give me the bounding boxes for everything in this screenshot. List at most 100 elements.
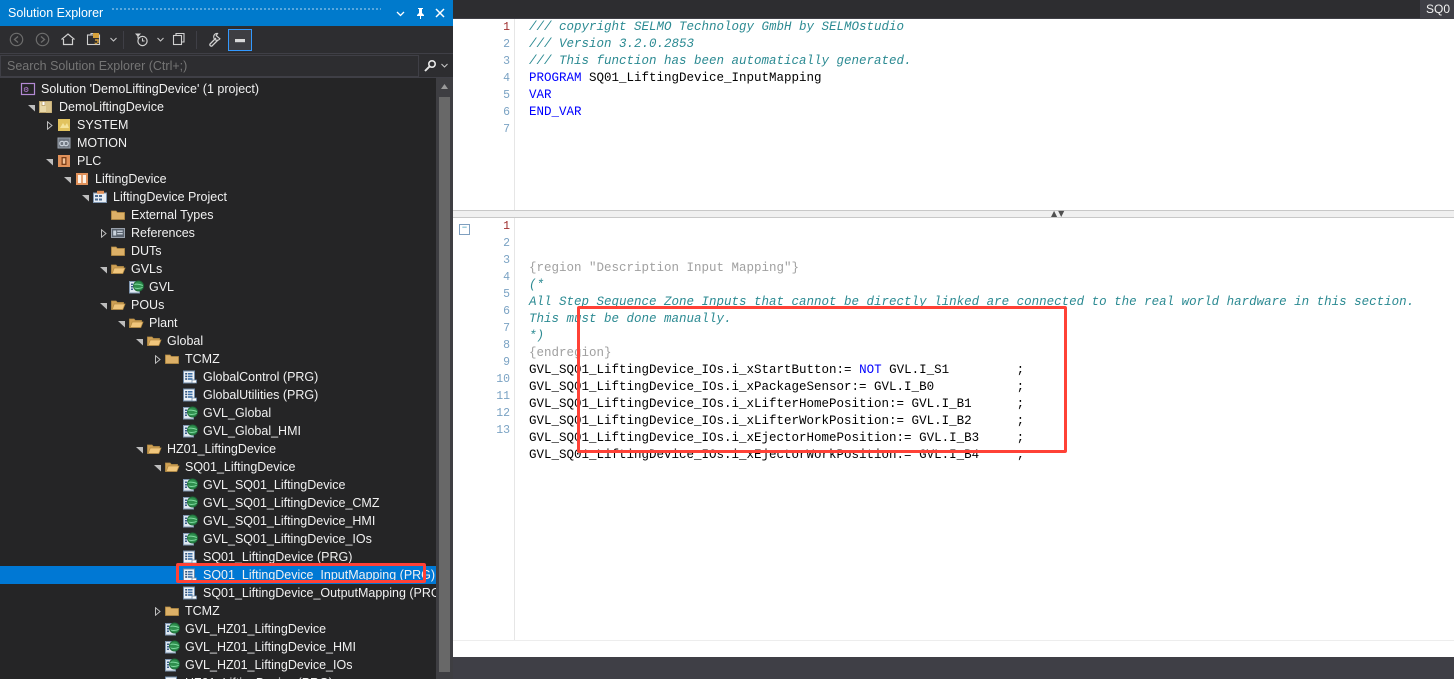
document-tab[interactable]: SQ0 [1420, 0, 1454, 18]
refresh-icon[interactable] [167, 29, 191, 51]
search-input[interactable] [0, 55, 419, 77]
code-line[interactable]: This must be done manually. [529, 311, 1454, 328]
tree-node[interactable]: GVL_SQ01_LiftingDevice [0, 476, 436, 494]
tree-node[interactable]: GVLs [0, 260, 436, 278]
tree-node[interactable]: GVL_SQ01_LiftingDevice_IOs [0, 530, 436, 548]
chevron-down-icon[interactable] [42, 152, 56, 170]
implementation-pane[interactable]: − 12345678910111213 {region "Description… [453, 218, 1454, 657]
declaration-pane[interactable]: 1234567 /// copyright SELMO Technology G… [453, 18, 1454, 210]
forward-button[interactable] [30, 29, 54, 51]
code-line[interactable]: /// copyright SELMO Technology GmbH by S… [529, 19, 1454, 36]
tree-node[interactable]: GVL_HZ01_LiftingDevice_IOs [0, 656, 436, 674]
chevron-right-icon[interactable] [150, 350, 164, 368]
tree-node[interactable]: SQ01_LiftingDevice_OutputMapping (PRG) [0, 584, 436, 602]
code-line[interactable]: GVL_SQ01_LiftingDevice_IOs.i_xLifterHome… [529, 396, 1454, 413]
tree-node[interactable]: HZ01_LiftingDevice (PRG) [0, 674, 436, 679]
chevron-down-icon[interactable] [24, 98, 38, 116]
chevron-right-icon[interactable] [150, 602, 164, 620]
editor-horizontal-scrollbar[interactable] [453, 640, 1454, 657]
chevron-down-icon[interactable] [60, 170, 74, 188]
tree-node[interactable]: External Types [0, 206, 436, 224]
wrench-icon[interactable] [202, 29, 226, 51]
code-line[interactable]: GVL_SQ01_LiftingDevice_IOs.i_xLifterWork… [529, 413, 1454, 430]
tree-node[interactable]: Global [0, 332, 436, 350]
tree-node[interactable]: GVL_HZ01_LiftingDevice [0, 620, 436, 638]
search-chevron-down-icon[interactable] [441, 63, 453, 68]
tree-node[interactable]: GVL_SQ01_LiftingDevice_CMZ [0, 494, 436, 512]
search-icon[interactable] [419, 55, 441, 77]
code-line[interactable]: GVL_SQ01_LiftingDevice_IOs.i_xPackageSen… [529, 379, 1454, 396]
chevron-right-icon[interactable] [42, 116, 56, 134]
code-line[interactable]: END_VAR [529, 104, 1454, 121]
code-line[interactable] [529, 121, 1454, 138]
pane-splitter[interactable]: ▲▼ [453, 210, 1454, 218]
code-line[interactable]: GVL_SQ01_LiftingDevice_IOs.i_xEjectorWor… [529, 447, 1454, 464]
tree-node[interactable]: TCMZ [0, 350, 436, 368]
clock-filter-icon[interactable] [129, 29, 153, 51]
sync-folder-icon[interactable] [82, 29, 106, 51]
line-number: 13 [481, 422, 510, 439]
tree-node[interactable]: GVL_Global_HMI [0, 422, 436, 440]
tree-node[interactable]: GVL [0, 278, 436, 296]
tree-node-selected[interactable]: SQ01_LiftingDevice_InputMapping (PRG) [0, 566, 436, 584]
tree-node[interactable]: LiftingDevice Project [0, 188, 436, 206]
code-line[interactable]: VAR [529, 87, 1454, 104]
tree-node[interactable]: References [0, 224, 436, 242]
tree-node[interactable]: SQ01_LiftingDevice (PRG) [0, 548, 436, 566]
chevron-down-icon[interactable] [114, 314, 128, 332]
tree-node[interactable]: DemoLiftingDevice [0, 98, 436, 116]
tree-node[interactable]: SYSTEM [0, 116, 436, 134]
tree-node[interactable]: DUTs [0, 242, 436, 260]
tree-node[interactable]: ⚙Solution 'DemoLiftingDevice' (1 project… [0, 80, 436, 98]
code-line[interactable] [529, 464, 1454, 481]
declaration-code-text[interactable]: /// copyright SELMO Technology GmbH by S… [515, 19, 1454, 210]
collapse-all-button[interactable] [228, 29, 252, 51]
splitter-arrows-icon[interactable]: ▲▼ [1051, 210, 1065, 218]
code-line[interactable]: {endregion} [529, 345, 1454, 362]
chevron-down-icon[interactable] [96, 260, 110, 278]
code-line[interactable]: /// This function has been automatically… [529, 53, 1454, 70]
chevron-right-icon[interactable] [96, 224, 110, 242]
implementation-code-text[interactable]: {region "Description Input Mapping"}(*Al… [515, 218, 1454, 657]
implementation-fold-margin[interactable]: − [453, 218, 481, 657]
solution-tree[interactable]: ⚙Solution 'DemoLiftingDevice' (1 project… [0, 78, 436, 679]
chevron-down-icon[interactable] [96, 296, 110, 314]
code-line[interactable]: *) [529, 328, 1454, 345]
chevron-down-icon[interactable] [132, 440, 146, 458]
code-line[interactable]: /// Version 3.2.0.2853 [529, 36, 1454, 53]
code-line[interactable]: All Step Sequence Zone Inputs that canno… [529, 294, 1454, 311]
tree-node[interactable]: HZ01_LiftingDevice [0, 440, 436, 458]
panel-dropdown-icon[interactable] [391, 2, 409, 24]
scrollbar-thumb[interactable] [439, 97, 450, 672]
back-button[interactable] [4, 29, 28, 51]
tree-node[interactable]: GlobalUtilities (PRG) [0, 386, 436, 404]
tree-node[interactable]: GlobalControl (PRG) [0, 368, 436, 386]
chevron-down-icon[interactable] [78, 188, 92, 206]
home-button[interactable] [56, 29, 80, 51]
tree-node[interactable]: MOTION [0, 134, 436, 152]
code-line[interactable]: GVL_SQ01_LiftingDevice_IOs.i_xEjectorHom… [529, 430, 1454, 447]
scroll-up-icon[interactable] [436, 78, 453, 95]
close-icon[interactable] [431, 2, 449, 24]
sync-chevron-down-icon[interactable] [108, 29, 118, 51]
tree-node[interactable]: Plant [0, 314, 436, 332]
tree-node[interactable]: LiftingDevice [0, 170, 436, 188]
tree-node[interactable]: GVL_Global [0, 404, 436, 422]
tree-node[interactable]: GVL_SQ01_LiftingDevice_HMI [0, 512, 436, 530]
code-line[interactable]: PROGRAM SQ01_LiftingDevice_InputMapping [529, 70, 1454, 87]
tree-node[interactable]: PLC [0, 152, 436, 170]
tree-vertical-scrollbar[interactable] [436, 78, 453, 679]
titlebar-drag-handle[interactable] [111, 0, 381, 26]
tree-node[interactable]: SQ01_LiftingDevice [0, 458, 436, 476]
code-line[interactable]: (* [529, 277, 1454, 294]
tree-node[interactable]: GVL_HZ01_LiftingDevice_HMI [0, 638, 436, 656]
filter-chevron-down-icon[interactable] [155, 29, 165, 51]
chevron-down-icon[interactable] [150, 458, 164, 476]
tree-node[interactable]: TCMZ [0, 602, 436, 620]
chevron-down-icon[interactable] [132, 332, 146, 350]
fold-collapse-icon[interactable]: − [459, 224, 470, 235]
code-line[interactable]: GVL_SQ01_LiftingDevice_IOs.i_xStartButto… [529, 362, 1454, 379]
pin-icon[interactable] [411, 2, 429, 24]
code-line[interactable]: {region "Description Input Mapping"} [529, 260, 1454, 277]
tree-node[interactable]: POUs [0, 296, 436, 314]
